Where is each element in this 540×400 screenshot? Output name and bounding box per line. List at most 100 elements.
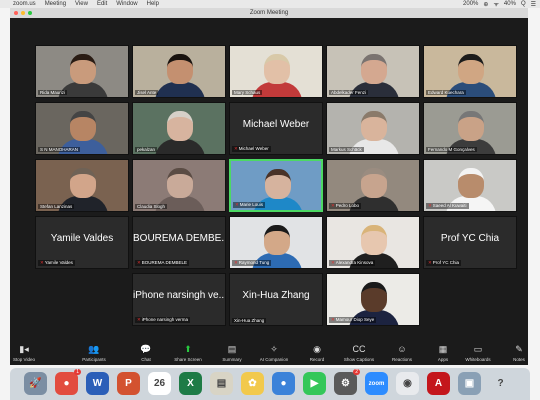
messages-blue-icon[interactable]: ●	[272, 372, 295, 395]
control-center-icon[interactable]: ☰	[531, 1, 536, 8]
participant-face	[458, 111, 484, 141]
participant-tile[interactable]: BOUREMA DEMBE... ✕BOUREMA DEMBELE	[132, 216, 226, 269]
participant-tile[interactable]: Prof YC Chia ✕Prof YC Chia	[423, 216, 517, 269]
ai-companion-button[interactable]: ✧ AI Companion	[254, 344, 294, 362]
participant-tile[interactable]: ✕Raymond Tung	[229, 216, 323, 269]
powerpoint-icon[interactable]: P	[117, 372, 140, 395]
participant-tile[interactable]: pekalzan	[132, 102, 226, 155]
facetime-icon[interactable]: ▶	[303, 372, 326, 395]
participant-name: Jisel Ante	[137, 90, 157, 95]
zoom-window-button[interactable]	[28, 11, 32, 15]
participant-name: Claudia Slogh	[137, 204, 166, 209]
calendar-icon[interactable]: 26	[148, 372, 171, 395]
calendar-red-icon[interactable]: ● 1	[55, 369, 81, 395]
menu-item-view[interactable]: View	[75, 1, 88, 7]
participant-tile[interactable]: Abdelkader Fenzi	[326, 45, 420, 98]
participant-tile[interactable]: Mary Schaus	[229, 45, 323, 98]
participant-tile[interactable]: ✕Mamour Diop Seye	[326, 273, 420, 326]
app-gray-icon[interactable]: ⚙ 2	[334, 369, 360, 395]
mic-muted-icon: ✕	[137, 260, 141, 265]
menu-item-meeting[interactable]: Meeting	[45, 1, 66, 7]
photos-icon[interactable]: ✿	[241, 372, 264, 395]
notes-button[interactable]: ✎ Notes	[499, 344, 528, 362]
wifi-icon[interactable]: ᯤ	[493, 0, 498, 8]
participant-tile[interactable]: Rida Maurizi	[35, 45, 129, 98]
participant-tile[interactable]: Xin-Hua Zhang Xin-Hua Zhang	[229, 273, 323, 326]
chrome-icon[interactable]: ◉	[396, 372, 419, 395]
participant-name: Markus Schäck	[331, 147, 362, 152]
participant-name-label: ✕Pedro Lobo	[329, 203, 362, 209]
mic-muted-icon: ✕	[235, 202, 239, 207]
participant-name: iPhone narsingh verma	[141, 317, 189, 322]
zoom-icon[interactable]: zoom	[365, 372, 388, 395]
participant-name-label: pekalzan	[135, 147, 158, 152]
participant-name-label: ✕iPhone narsingh verma	[135, 317, 191, 323]
launchpad-icon[interactable]: 🚀	[24, 372, 47, 395]
participant-tile[interactable]: ✕Marie Louis	[229, 159, 323, 212]
stop-video-button[interactable]: ▮◂ Stop Video	[10, 344, 44, 362]
image-app-icon[interactable]: ▣	[458, 372, 481, 395]
participant-tile[interactable]: ✕Alexandra Kinsova	[326, 216, 420, 269]
menu-item-help[interactable]: Help	[147, 1, 159, 7]
participant-face	[265, 169, 291, 199]
reactions-button[interactable]: ☺ Reactions	[382, 344, 422, 362]
participant-tile[interactable]: Jisel Ante	[132, 45, 226, 98]
participant-tile[interactable]: iPhone narsingh ve... ✕iPhone narsingh ve…	[132, 273, 226, 326]
participant-tile[interactable]: Markus Schäck	[326, 102, 420, 155]
participant-tile[interactable]: Claudia Slogh	[132, 159, 226, 212]
participant-name: Raymond Tung	[238, 260, 270, 265]
apps-button[interactable]: ▦ Apps	[423, 344, 463, 362]
participant-tile[interactable]: ✕Saeed Al Kuwaiti	[423, 159, 517, 212]
participant-face	[361, 54, 387, 84]
participant-tile[interactable]: Yamile Valdes ✕Yamile Valdes	[35, 216, 129, 269]
excel-icon[interactable]: X	[179, 372, 202, 395]
chat-icon: 💬	[140, 344, 152, 354]
zoom-status[interactable]: 200%	[463, 1, 478, 7]
participant-face	[361, 225, 387, 255]
participant-name: Saeed Al Kuwaiti	[432, 203, 467, 208]
participant-name: Yamile Valdes	[44, 260, 73, 265]
share-screen-button[interactable]: ⬆ Share Screen	[168, 344, 208, 362]
participants-label: Participants	[82, 357, 106, 362]
stop-video-icon: ▮◂	[19, 344, 29, 354]
participant-tile[interactable]: Stefan Lanzinas	[35, 159, 129, 212]
menu-item-edit[interactable]: Edit	[97, 1, 107, 7]
participant-name: S N MANOHARAN	[40, 147, 79, 152]
menu-item-app[interactable]: zoom.us	[13, 1, 36, 7]
participant-name: Fernando M Gonçalves	[428, 147, 475, 152]
mic-muted-icon: ✕	[428, 260, 432, 265]
menu-item-window[interactable]: Window	[116, 1, 137, 7]
help-icon[interactable]: ?	[489, 372, 512, 395]
acrobat-icon[interactable]: A	[427, 372, 450, 395]
window-title: Zoom Meeting	[249, 10, 289, 16]
participant-name: Rida Maurizi	[40, 90, 66, 95]
participants-button[interactable]: 👥 Participants	[74, 344, 114, 362]
participant-face	[70, 168, 96, 198]
preview-icon[interactable]: ▤	[210, 372, 233, 395]
battery-status[interactable]: 40%	[504, 1, 516, 7]
participant-name-label: Claudia Slogh	[135, 204, 168, 209]
participant-tile[interactable]: Edward Kuechara	[423, 45, 517, 98]
search-icon[interactable]: Q	[521, 1, 526, 7]
close-window-button[interactable]	[14, 11, 18, 15]
participant-tile[interactable]: ✕Pedro Lobo	[326, 159, 420, 212]
whiteboards-button[interactable]: ▭ Whiteboards	[458, 344, 498, 362]
reactions-label: Reactions	[391, 357, 412, 362]
status-icon-1[interactable]: ⊕	[483, 1, 488, 8]
participant-tile[interactable]: Michael Weber ✕Michael Weber	[229, 102, 323, 155]
participant-tile[interactable]: S N MANOHARAN	[35, 102, 129, 155]
show-captions-button[interactable]: CC Show Captions	[339, 344, 379, 362]
record-icon: ◉	[313, 344, 321, 354]
participant-tile[interactable]: Fernando M Gonçalves	[423, 102, 517, 155]
word-icon[interactable]: W	[86, 372, 109, 395]
participant-name-label: ✕Marie Louis	[233, 202, 266, 208]
participant-name-label: Abdelkader Fenzi	[329, 90, 369, 95]
mic-muted-icon: ✕	[137, 317, 141, 322]
mic-muted-icon: ✕	[234, 260, 238, 265]
chat-button[interactable]: 💬 Chat	[126, 344, 166, 362]
participant-name-label: S N MANOHARAN	[38, 147, 81, 152]
minimize-window-button[interactable]	[21, 11, 25, 15]
participant-display-name: Michael Weber	[242, 119, 310, 130]
summary-button[interactable]: ▤ Summary	[212, 344, 252, 362]
record-button[interactable]: ◉ Record	[297, 344, 337, 362]
